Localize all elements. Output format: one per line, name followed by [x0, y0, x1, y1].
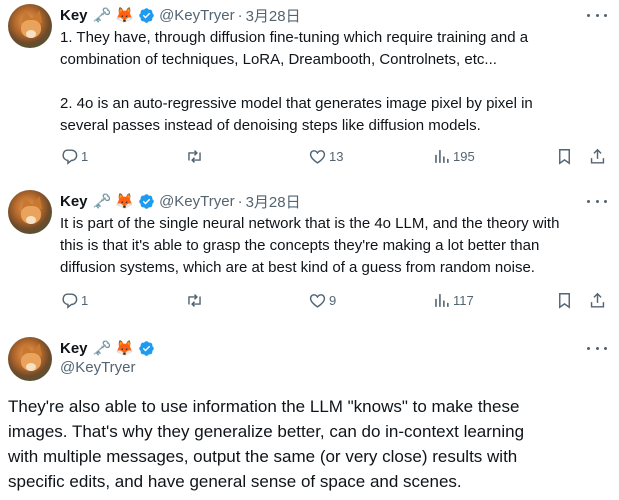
separator-dot: · — [237, 192, 243, 210]
name-emoji: 🗝️ 🦊 — [92, 339, 135, 357]
bookmark-icon — [559, 149, 570, 165]
text-line: several passes instead of denoising step… — [60, 117, 481, 134]
retweet-button[interactable] — [185, 291, 206, 310]
tweet-date[interactable]: 3月28日 — [246, 191, 301, 212]
retweet-icon — [188, 150, 201, 163]
verified-badge-icon[interactable] — [138, 193, 155, 210]
text-line: diffusion systems, which are at best kin… — [60, 259, 535, 276]
avatar[interactable] — [8, 337, 52, 381]
text-line: They're also able to use information the… — [8, 397, 520, 416]
share-button[interactable] — [588, 291, 607, 310]
author-handle[interactable]: @KeyTryer — [159, 193, 235, 210]
reply-count: 1 — [81, 149, 89, 164]
views-count: 195 — [453, 149, 475, 164]
bookmark-button[interactable] — [555, 147, 574, 166]
text-line — [60, 71, 612, 93]
tweet-text: They're also able to use information the… — [8, 394, 608, 494]
tweet-header: Key 🗝️ 🦊 @KeyTryer · 3月28日 — [60, 190, 301, 212]
verified-badge-icon[interactable] — [138, 340, 155, 357]
verified-badge-icon[interactable] — [138, 7, 155, 24]
like-count: 13 — [329, 149, 344, 164]
reply-button[interactable]: 1 — [60, 147, 88, 166]
share-button[interactable] — [588, 147, 607, 166]
retweet-button[interactable] — [185, 147, 206, 166]
retweet-icon — [188, 294, 201, 307]
reply-icon — [62, 293, 78, 309]
author-name[interactable]: Key — [60, 340, 88, 357]
reply-count: 1 — [81, 293, 89, 308]
like-icon — [309, 294, 326, 308]
text-line: 1. They have, through diffusion fine-tun… — [60, 29, 529, 46]
views-button[interactable]: 195 — [432, 147, 475, 166]
tweet-text: It is part of the single neural network … — [60, 213, 612, 279]
like-button[interactable]: 13 — [308, 147, 343, 166]
more-icon[interactable] — [587, 196, 607, 206]
tweet-header: Key 🗝️ 🦊 @KeyTryer · 3月28日 — [60, 4, 301, 26]
avatar[interactable] — [8, 4, 52, 48]
author-name[interactable]: Key — [60, 7, 88, 24]
action-bar: 1 13 195 — [0, 147, 619, 167]
text-line: this is that it's able to grasp the conc… — [60, 237, 540, 254]
reply-icon — [62, 149, 78, 165]
name-emoji: 🗝️ 🦊 — [92, 192, 135, 210]
name-emoji: 🗝️ 🦊 — [92, 6, 135, 24]
views-icon — [435, 294, 449, 307]
tweet[interactable]: Key 🗝️ 🦊 @KeyTryer · 3月28日 1. They have,… — [0, 0, 619, 180]
like-icon — [309, 150, 326, 164]
like-count: 9 — [329, 293, 337, 308]
more-icon[interactable] — [587, 10, 607, 20]
views-button[interactable]: 117 — [432, 291, 474, 310]
text-line: specific edits, and have general sense o… — [8, 472, 462, 491]
tweet-text: 1. They have, through diffusion fine-tun… — [60, 27, 612, 137]
tweet[interactable]: Key 🗝️ 🦊 @KeyTryer · 3月28日 It is part of… — [0, 180, 619, 330]
text-line: combination of techniques, LoRA, Dreambo… — [60, 51, 497, 68]
reply-button[interactable]: 1 — [60, 291, 88, 310]
focused-tweet: Key 🗝️ 🦊 @KeyTryer They're also able to … — [0, 330, 619, 500]
author-handle[interactable]: @KeyTryer — [159, 7, 235, 24]
text-line: 2. 4o is an auto-regressive model that g… — [60, 95, 533, 112]
bookmark-button[interactable] — [555, 291, 574, 310]
text-line: with multiple messages, output the same … — [8, 447, 518, 466]
separator-dot: · — [237, 6, 243, 24]
like-button[interactable]: 9 — [308, 291, 336, 310]
author-handle[interactable]: @KeyTryer — [60, 359, 136, 376]
more-icon[interactable] — [587, 343, 607, 353]
share-icon — [590, 148, 605, 164]
views-icon — [435, 150, 449, 163]
tweet-header: Key 🗝️ 🦊 — [60, 337, 155, 359]
bookmark-icon — [559, 293, 570, 309]
author-name[interactable]: Key — [60, 193, 88, 210]
share-icon — [590, 292, 605, 308]
action-bar: 1 9 117 — [0, 291, 619, 311]
text-line: images. That's why they generalize bette… — [8, 422, 525, 441]
tweet-date[interactable]: 3月28日 — [246, 5, 301, 26]
text-line: It is part of the single neural network … — [60, 215, 560, 232]
avatar[interactable] — [8, 190, 52, 234]
views-count: 117 — [453, 293, 474, 308]
